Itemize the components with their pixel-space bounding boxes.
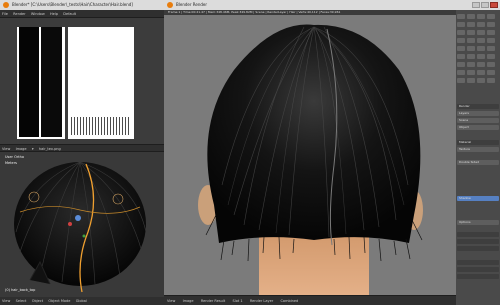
render-pass-select[interactable]: Combined [277,296,301,305]
image-editor-header: View Image ▾ hair_tex.png [0,144,164,152]
tool-button[interactable] [477,22,485,27]
blender-logo-icon [167,2,173,8]
render-view-menu[interactable]: View [164,296,178,305]
left-blender-window: Blender* [C:\Users\Blender\_tests\Hair\C… [0,0,164,305]
vp-mode-select[interactable]: Object Mode [46,297,72,305]
tool-button[interactable] [487,62,495,67]
close-icon[interactable] [490,2,498,8]
prop-layers-row[interactable]: Layers [457,111,499,116]
menu-render[interactable]: Render [11,10,27,18]
tool-button[interactable] [467,38,475,43]
tool-button[interactable] [487,38,495,43]
rendered-hair-image [198,24,423,295]
window-controls [472,2,498,8]
tool-button[interactable] [477,46,485,51]
props-title-bar [456,0,500,10]
hair-strip-left [19,27,39,137]
render-result-image[interactable] [164,15,456,295]
tool-button[interactable] [457,54,465,59]
tool-button[interactable] [467,54,475,59]
tool-button[interactable] [467,30,475,35]
prop-field[interactable] [457,239,499,244]
viewport-object-label: (0) hair_back_top [5,288,36,292]
properties-panel: Render Layers Scene Object Material Text… [456,0,500,305]
viewport-hair-model [14,161,147,293]
prop-options-row[interactable]: Options [457,220,499,225]
tool-button[interactable] [467,22,475,27]
prop-field[interactable] [457,232,499,237]
prop-texture-row[interactable]: Texture [457,147,499,152]
prop-field[interactable] [457,267,499,272]
tool-button[interactable] [457,70,465,75]
prop-scene-row[interactable]: Scene [457,118,499,123]
tool-button[interactable] [457,78,465,83]
tool-button[interactable] [457,38,465,43]
vp-object-menu[interactable]: Object [30,297,45,305]
tool-button[interactable] [477,38,485,43]
tool-button[interactable] [477,62,485,67]
tool-button[interactable] [457,62,465,67]
render-result-select[interactable]: Render Result [198,296,228,305]
render-image-menu[interactable]: Image [180,296,197,305]
render-footer-header: View Image Render Result Slot 1 Render L… [164,295,456,305]
tool-button[interactable] [467,62,475,67]
prop-field[interactable] [457,274,499,279]
hair-strip-right [41,27,62,137]
render-title-bar[interactable]: Blender Render [164,0,456,10]
tool-button[interactable] [487,70,495,75]
tool-button[interactable] [487,30,495,35]
viewport-header: View Select Object Object Mode Global [0,297,164,305]
tool-button[interactable] [487,14,495,19]
image-editor[interactable] [0,18,164,144]
minimize-icon[interactable] [472,2,480,8]
tool-button[interactable] [477,70,485,75]
tool-button[interactable] [457,46,465,51]
menu-file[interactable]: File [0,10,10,18]
screen-layout-select[interactable]: Default [61,10,78,18]
tool-button[interactable] [487,46,495,51]
maximize-icon[interactable] [481,2,489,8]
tool-button[interactable] [487,78,495,83]
render-layer-select[interactable]: Render Layer [247,296,276,305]
tool-button[interactable] [477,14,485,19]
tool-shelf-grid [456,12,500,100]
prop-render-tab[interactable]: Render [457,104,499,109]
prop-double-sided-checkbox[interactable]: Double Sided [457,160,499,165]
hair-strip-texture [17,27,65,139]
render-slot-select[interactable]: Slot 1 [230,296,246,305]
menu-window[interactable]: Window [29,10,47,18]
render-window-title: Blender Render [176,2,208,7]
tool-button[interactable] [457,14,465,19]
hair-alpha-texture [68,27,134,139]
tool-button[interactable] [487,54,495,59]
tool-button[interactable] [477,78,485,83]
left-menu-bar: File Render Window Help Default [0,10,164,18]
tool-button[interactable] [457,22,465,27]
tool-button[interactable] [467,14,475,19]
tool-button[interactable] [487,22,495,27]
tool-button[interactable] [457,30,465,35]
3d-viewport[interactable]: User Ortho Meters (0) hair_back_top [0,152,164,297]
prop-material-row[interactable]: Material [457,140,499,145]
blender-logo-icon [3,2,9,8]
prop-field[interactable] [457,260,499,265]
vp-select-menu[interactable]: Select [14,297,29,305]
vp-view-menu[interactable]: View [0,297,12,305]
hair-fringe [71,117,131,135]
tool-button[interactable] [467,46,475,51]
prop-shadow-selected[interactable]: Shadow [457,196,499,201]
left-window-title: Blender* [C:\Users\Blender\_tests\Hair\C… [12,2,133,7]
tool-button[interactable] [477,30,485,35]
render-window: Blender Render Frame:1 | Time:00:21.47 |… [164,0,456,305]
vp-orientation-select[interactable]: Global [74,297,89,305]
tool-button[interactable] [467,78,475,83]
tool-button[interactable] [477,54,485,59]
prop-field[interactable] [457,246,499,251]
menu-help[interactable]: Help [48,10,60,18]
left-title-bar[interactable]: Blender* [C:\Users\Blender\_tests\Hair\C… [0,0,164,10]
tool-button[interactable] [467,70,475,75]
prop-object-row[interactable]: Object [457,125,499,130]
